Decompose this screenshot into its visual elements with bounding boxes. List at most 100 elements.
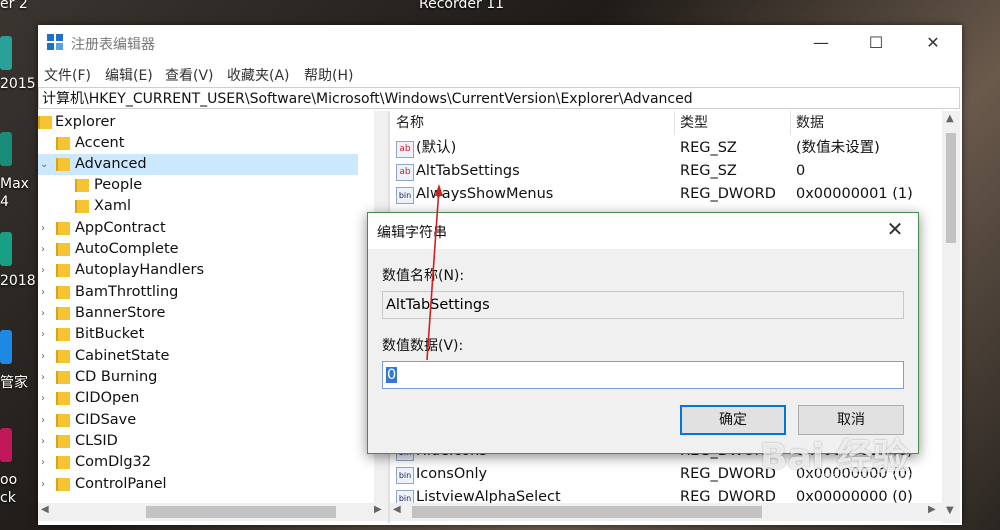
tree-item-people[interactable]: People <box>38 175 358 196</box>
chevron-right-icon[interactable]: › <box>41 367 45 388</box>
list-item[interactable]: bin AlwaysShowMenus REG_DWORD 0x00000001… <box>390 183 942 206</box>
tree-item-autocomplete[interactable]: › AutoComplete <box>38 239 358 260</box>
menu-file[interactable]: 文件(F) <box>44 65 91 85</box>
maximize-button[interactable]: ☐ <box>853 25 899 59</box>
binary-value-icon: bin <box>396 467 414 484</box>
string-value-icon: ab <box>396 141 414 158</box>
scroll-right-icon[interactable]: ▶ <box>928 504 936 515</box>
desktop-label[interactable]: oo <box>0 472 17 488</box>
list-item[interactable]: ab AltTabSettings REG_SZ 0 <box>390 160 942 183</box>
chevron-right-icon[interactable]: › <box>41 410 45 431</box>
column-divider[interactable] <box>790 111 791 135</box>
chevron-right-icon[interactable]: › <box>41 452 45 473</box>
list-item[interactable]: bin ListviewAlphaSelect REG_DWORD 0x0000… <box>390 486 942 503</box>
regedit-icon <box>47 34 63 50</box>
desktop-label[interactable]: er 2 <box>0 0 28 12</box>
tree-item-label: BitBucket <box>75 326 145 342</box>
tree-item-autoplayhandlers[interactable]: › AutoplayHandlers <box>38 260 358 281</box>
tree-item-cabinetstate[interactable]: › CabinetState <box>38 346 358 367</box>
menu-favorites[interactable]: 收藏夹(A) <box>227 65 290 85</box>
dialog-close-button[interactable]: ✕ <box>882 217 908 241</box>
folder-icon <box>56 243 70 256</box>
scroll-up-icon[interactable]: ▲ <box>946 113 954 124</box>
tree-item-label: Accent <box>75 135 125 151</box>
tree-horizontal-scrollbar[interactable]: ◀ ▶ <box>38 503 388 521</box>
scroll-thumb[interactable] <box>146 506 336 518</box>
tree-item-label: AutoComplete <box>75 241 179 257</box>
close-button[interactable]: ✕ <box>910 25 956 59</box>
value-data-field[interactable]: 0 <box>382 361 904 389</box>
chevron-right-icon[interactable]: › <box>41 474 45 495</box>
tree-item-cidsave[interactable]: › CIDSave <box>38 410 358 431</box>
folder-icon <box>56 435 70 448</box>
desktop-label[interactable]: Recorder 11 <box>419 0 504 12</box>
app-icon[interactable] <box>0 428 12 462</box>
app-icon[interactable] <box>0 36 12 70</box>
scroll-thumb[interactable] <box>946 133 956 243</box>
list-horizontal-scrollbar[interactable]: ◀ ▶ <box>390 503 942 521</box>
list-scrollbar[interactable]: ▲ ▼ <box>942 111 960 523</box>
minimize-button[interactable]: — <box>798 25 844 59</box>
chevron-right-icon[interactable]: › <box>41 431 45 452</box>
tree-item-bitbucket[interactable]: › BitBucket <box>38 324 358 345</box>
chevron-down-icon[interactable]: ⌄ <box>40 154 48 175</box>
folder-icon <box>38 116 52 129</box>
column-header-data[interactable]: 数据 <box>796 111 824 135</box>
chevron-right-icon[interactable]: › <box>41 346 45 367</box>
app-icon[interactable] <box>0 330 12 364</box>
column-divider[interactable] <box>674 111 675 135</box>
desktop-label[interactable]: 2018 <box>0 273 36 289</box>
value-name: ListviewAlphaSelect <box>416 489 561 503</box>
scroll-thumb[interactable] <box>412 506 762 518</box>
folder-icon <box>56 371 70 384</box>
tree-item-label: CD Burning <box>75 369 158 385</box>
tree-item-xaml[interactable]: Xaml <box>38 196 358 217</box>
address-bar[interactable]: 计算机\HKEY_CURRENT_USER\Software\Microsoft… <box>38 87 960 109</box>
tree-item-comdlg32[interactable]: › ComDlg32 <box>38 452 358 473</box>
app-icon[interactable] <box>0 232 12 266</box>
tree-item-explorer[interactable]: ⌄ Explorer <box>38 112 358 133</box>
chevron-right-icon[interactable]: › <box>41 239 45 260</box>
title-bar[interactable]: 注册表编辑器 — ☐ ✕ <box>38 25 962 61</box>
tree-item-controlpanel[interactable]: › ControlPanel <box>38 474 358 495</box>
scroll-right-icon[interactable]: ▶ <box>374 504 382 515</box>
chevron-right-icon[interactable]: › <box>41 388 45 409</box>
folder-icon <box>75 200 89 213</box>
desktop-label[interactable]: Max <box>0 176 29 192</box>
app-icon[interactable] <box>0 132 12 166</box>
list-item[interactable]: ab (默认) REG_SZ (数值未设置) <box>390 137 942 160</box>
tree-item-accent[interactable]: Accent <box>38 133 358 154</box>
scroll-down-icon[interactable]: ▼ <box>946 505 954 516</box>
scroll-left-icon[interactable]: ◀ <box>41 504 49 515</box>
tree-item-cidopen[interactable]: › CIDOpen <box>38 388 358 409</box>
menu-view[interactable]: 查看(V) <box>165 65 214 85</box>
chevron-right-icon[interactable]: › <box>41 282 45 303</box>
tree-item-clsid[interactable]: › CLSID <box>38 431 358 452</box>
desktop-label[interactable]: 管家 <box>0 372 28 392</box>
value-name-label: 数值名称(N): <box>382 268 465 284</box>
tree-item-label: People <box>94 177 143 193</box>
chevron-right-icon[interactable]: › <box>41 260 45 281</box>
menu-help[interactable]: 帮助(H) <box>304 65 353 85</box>
desktop-label[interactable]: 4 <box>0 194 9 210</box>
tree-item-advanced[interactable]: ⌄ Advanced <box>38 154 358 175</box>
tree-item-cd-burning[interactable]: › CD Burning <box>38 367 358 388</box>
menu-edit[interactable]: 编辑(E) <box>105 65 153 85</box>
chevron-right-icon[interactable]: › <box>41 218 45 239</box>
window-title: 注册表编辑器 <box>71 37 155 53</box>
chevron-right-icon[interactable]: › <box>41 324 45 345</box>
chevron-right-icon[interactable]: › <box>41 303 45 324</box>
tree-item-bannerstore[interactable]: › BannerStore <box>38 303 358 324</box>
column-header-name[interactable]: 名称 <box>396 111 424 135</box>
tree-item-appcontract[interactable]: › AppContract <box>38 218 358 239</box>
value-name: (默认) <box>416 140 457 156</box>
value-name: AltTabSettings <box>416 163 520 179</box>
column-header-type[interactable]: 类型 <box>680 111 708 135</box>
folder-icon <box>56 286 70 299</box>
value-name-field[interactable]: AltTabSettings <box>382 291 904 319</box>
tree-item-label: ComDlg32 <box>75 454 151 470</box>
tree-item-bamthrottling[interactable]: › BamThrottling <box>38 282 358 303</box>
desktop-label[interactable]: ck <box>0 490 16 506</box>
desktop-label[interactable]: 2015 <box>0 76 36 92</box>
scroll-left-icon[interactable]: ◀ <box>393 504 401 515</box>
